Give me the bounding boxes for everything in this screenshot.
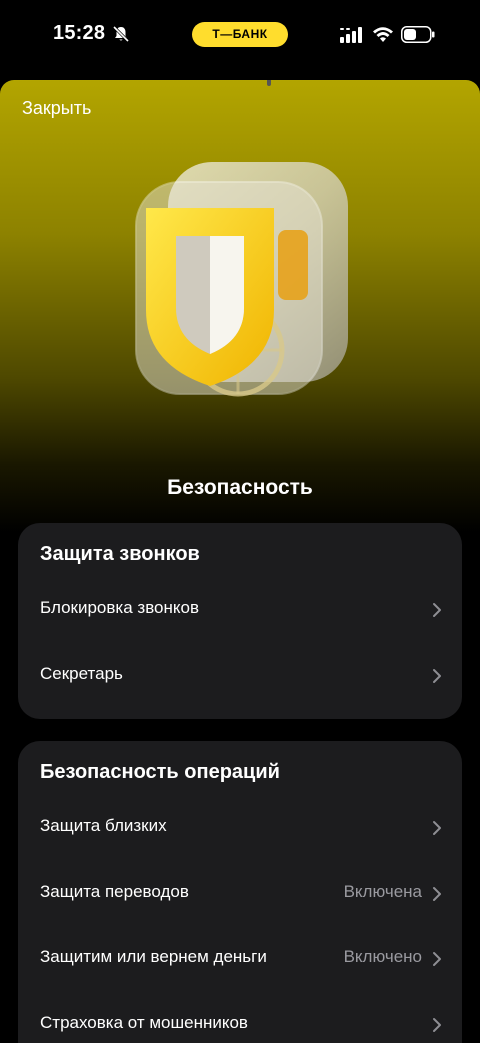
close-button[interactable]: Закрыть <box>22 98 91 119</box>
list-item[interactable]: Защита переводов Включена <box>18 866 462 922</box>
section-title: Безопасность операций <box>40 761 280 783</box>
status-time: 15:28 <box>53 22 106 44</box>
status-value: Включена <box>343 882 422 901</box>
list-item-label: Блокировка звонков <box>40 598 199 617</box>
shield-icon <box>135 162 348 397</box>
list-item[interactable]: Защитим или вернем деньги Включено <box>18 931 462 987</box>
wifi-icon <box>373 27 393 42</box>
chevron-right-icon <box>433 669 441 683</box>
list-item-label: Защита близких <box>40 816 167 835</box>
page-title: Безопасность <box>167 476 313 499</box>
list-item[interactable]: Блокировка звонков <box>18 582 462 638</box>
status-value: Включено <box>343 947 422 966</box>
list-item[interactable]: Секретарь <box>18 648 462 704</box>
chevron-right-icon <box>433 887 441 901</box>
list-item-label: Защита переводов <box>40 882 189 901</box>
brand-badge: Т—БАНК <box>192 22 288 47</box>
security-sheet: Закрыть Безопасность Защита звонков Блок <box>0 80 480 1043</box>
chevron-right-icon <box>433 1018 441 1032</box>
section-title: Защита звонков <box>40 543 200 565</box>
operations-security-card: Безопасность операций Защита близких Защ… <box>18 741 462 1043</box>
list-item[interactable]: Защита близких <box>18 800 462 856</box>
bell-off-icon <box>112 25 130 43</box>
list-item-label: Страховка от мошенников <box>40 1013 248 1032</box>
cellular-signal-icon <box>340 27 362 43</box>
chevron-right-icon <box>433 952 441 966</box>
list-item-label: Секретарь <box>40 664 123 683</box>
sheet-grabber[interactable] <box>267 80 271 86</box>
list-item[interactable]: Страховка от мошенников <box>18 997 462 1043</box>
battery-icon <box>401 26 435 43</box>
chevron-right-icon <box>433 603 441 617</box>
call-protection-card: Защита звонков Блокировка звонков Секрет… <box>18 523 462 719</box>
chevron-right-icon <box>433 821 441 835</box>
list-item-label: Защитим или вернем деньги <box>40 947 267 966</box>
status-bar: 15:28 Т—БАНК <box>0 0 480 72</box>
